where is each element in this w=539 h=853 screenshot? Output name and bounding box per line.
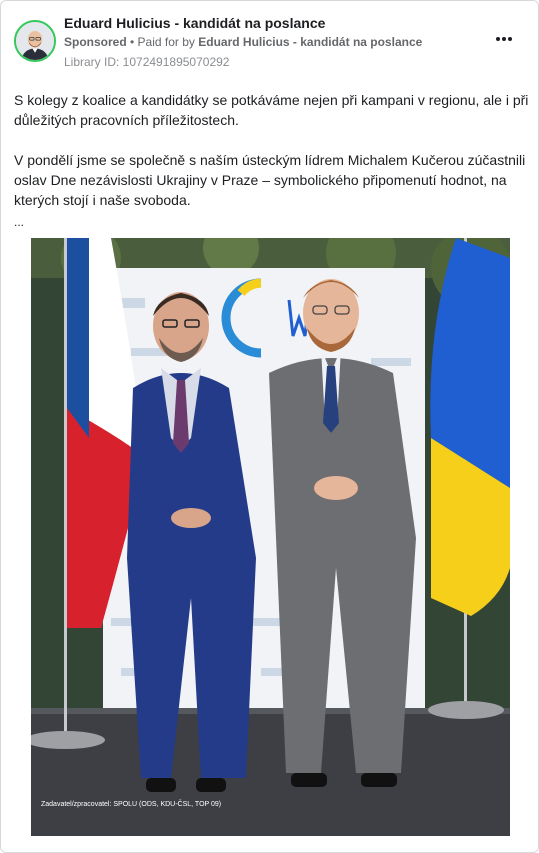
post-paragraph-1: S kolegy z koalice a kandidátky se potká… — [14, 92, 529, 128]
ad-post-card: Eduard Hulicius - kandidát na poslance S… — [0, 0, 539, 853]
post-text: S kolegy z koalice a kandidátky se potká… — [14, 90, 529, 252]
see-more-ellipsis[interactable]: ... — [14, 212, 529, 232]
author-avatar[interactable] — [14, 20, 56, 62]
photo-caption: Zadavatel/zpracovatel: SPOLU (ODS, KDU-Č… — [41, 801, 222, 808]
post-photo[interactable]: Zadavatel/zpracovatel: SPOLU (ODS, KDU-Č… — [31, 238, 510, 836]
library-id: Library ID: 1072491895070292 — [64, 55, 230, 69]
sponsored-label: Sponsored — [64, 35, 127, 49]
sponsored-meta: Sponsored • Paid for by Eduard Hulicius … — [64, 35, 422, 49]
author-avatar-image — [16, 22, 54, 60]
author-name[interactable]: Eduard Hulicius - kandidát na poslance — [64, 15, 325, 31]
event-photo-illustration — [31, 238, 510, 836]
more-horizontal-icon[interactable] — [492, 29, 516, 49]
paid-for-prefix: • Paid for by — [126, 35, 199, 49]
post-header: Eduard Hulicius - kandidát na poslance S… — [1, 1, 538, 81]
post-paragraph-2: V pondělí jsme se společně s naším ústec… — [14, 152, 526, 208]
payer-name[interactable]: Eduard Hulicius - kandidát na poslance — [198, 35, 422, 49]
